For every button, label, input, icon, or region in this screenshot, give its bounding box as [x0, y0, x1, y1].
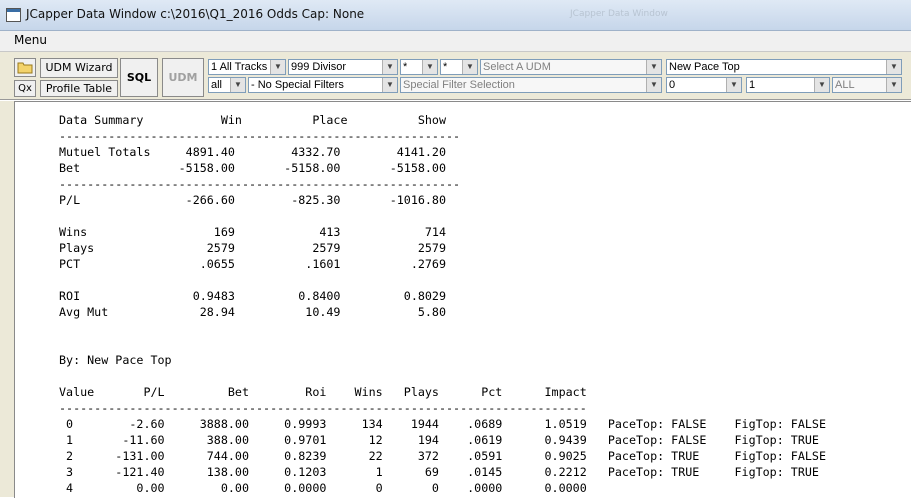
tracks-select[interactable]: 1 All Tracks ▼	[208, 59, 286, 75]
dropdown-arrow-icon[interactable]: ▼	[646, 60, 661, 74]
open-folder-button[interactable]	[14, 58, 36, 77]
folder-icon	[17, 62, 33, 74]
window-title: JCapper Data Window c:\2016\Q1_2016 Odds…	[26, 7, 365, 21]
udm-wizard-button[interactable]: UDM Wizard	[40, 58, 118, 78]
select-udm-value: Select A UDM	[483, 61, 551, 73]
filter-star-select-2[interactable]: * ▼	[440, 59, 478, 75]
title-bar: JCapper Data Window c:\2016\Q1_2016 Odds…	[0, 0, 911, 31]
dropdown-arrow-icon[interactable]: ▼	[462, 60, 477, 74]
report-line: Data Summary Win Place Show	[59, 113, 447, 127]
report-line: Avg Mut 28.94 10.49 5.80	[59, 305, 447, 319]
udm-button[interactable]: UDM	[162, 58, 204, 97]
menu-item[interactable]: Menu	[14, 33, 47, 47]
dropdown-arrow-icon[interactable]: ▼	[646, 78, 661, 92]
report-line: Wins 169 413 714	[59, 225, 447, 239]
report-line: Mutuel Totals 4891.40 4332.70 4141.20	[59, 145, 447, 159]
divisor-value: 999 Divisor	[291, 61, 347, 73]
report-line: 2 -131.00 744.00 0.8239 22 372 .0591 0.9…	[59, 449, 826, 463]
dropdown-arrow-icon[interactable]: ▼	[886, 60, 901, 74]
report-line: P/L -266.60 -825.30 -1016.80	[59, 193, 447, 207]
factor-select[interactable]: New Pace Top ▼	[666, 59, 902, 75]
profile-table-button[interactable]: Profile Table	[40, 80, 118, 97]
max-value-select[interactable]: 1 ▼	[746, 77, 830, 93]
report-line: Value P/L Bet Roi Wins Plays Pct Impact	[59, 385, 587, 399]
special-filters-select[interactable]: - No Special Filters ▼	[248, 77, 398, 93]
left-gutter	[0, 101, 14, 497]
menu-bar: Menu	[0, 31, 911, 52]
min-value-select[interactable]: 0 ▼	[666, 77, 742, 93]
dropdown-arrow-icon[interactable]: ▼	[726, 78, 741, 92]
dropdown-arrow-icon[interactable]: ▼	[230, 78, 245, 92]
special-filter-selection-dropdown[interactable]: Special Filter Selection ▼	[400, 77, 662, 93]
app-window-icon	[6, 8, 21, 22]
report-line: By: New Pace Top	[59, 353, 172, 367]
report-pane[interactable]: Data Summary Win Place Show ------------…	[14, 101, 911, 498]
all-right-select[interactable]: ALL ▼	[832, 77, 902, 93]
dropdown-arrow-icon[interactable]: ▼	[422, 60, 437, 74]
report-line: 4 0.00 0.00 0.0000 0 0 .0000 0.0000	[59, 481, 587, 495]
toolbar: UDM Wizard SQL UDM Qx Profile Table 1 Al…	[0, 52, 911, 100]
report-line: ROI 0.9483 0.8400 0.8029	[59, 289, 447, 303]
report-line: 1 -11.60 388.00 0.9701 12 194 .0619 0.94…	[59, 433, 819, 447]
report-line: Plays 2579 2579 2579	[59, 241, 447, 255]
report-line: PCT .0655 .1601 .2769	[59, 257, 447, 271]
sql-button[interactable]: SQL	[120, 58, 158, 97]
min-value: 0	[669, 79, 676, 91]
dropdown-arrow-icon[interactable]: ▼	[814, 78, 829, 92]
all-filter-select[interactable]: all ▼	[208, 77, 246, 93]
dropdown-arrow-icon[interactable]: ▼	[886, 78, 901, 92]
dropdown-arrow-icon[interactable]: ▼	[382, 78, 397, 92]
report-line: 3 -121.40 138.00 0.1203 1 69 .0145 0.221…	[59, 465, 819, 479]
dropdown-arrow-icon[interactable]: ▼	[382, 60, 397, 74]
all-filter-value: all	[211, 79, 223, 91]
report-separator: ----------------------------------------…	[59, 177, 461, 191]
special-filters-value: - No Special Filters	[251, 79, 344, 91]
report-line: Bet -5158.00 -5158.00 -5158.00	[59, 161, 447, 175]
report-separator: ----------------------------------------…	[59, 129, 461, 143]
tracks-value: 1 All Tracks	[211, 61, 268, 73]
divisor-select[interactable]: 999 Divisor ▼	[288, 59, 398, 75]
star-value-2: *	[443, 61, 448, 73]
all-right-value: ALL	[835, 79, 855, 91]
dropdown-arrow-icon[interactable]: ▼	[270, 60, 285, 74]
factor-value: New Pace Top	[669, 61, 740, 73]
select-udm-dropdown[interactable]: Select A UDM ▼	[480, 59, 662, 75]
qx-button[interactable]: Qx	[14, 80, 36, 97]
report-line: 0 -2.60 3888.00 0.9993 134 1944 .0689 1.…	[59, 417, 826, 431]
filter-star-select-1[interactable]: * ▼	[400, 59, 438, 75]
report-text: Data Summary Win Place Show ------------…	[59, 112, 826, 496]
report-separator: ----------------------------------------…	[59, 401, 587, 415]
star-value-1: *	[403, 61, 408, 73]
max-value: 1	[749, 79, 756, 91]
background-window-title: JCapper Data Window	[570, 9, 668, 19]
special-filter-selection-value: Special Filter Selection	[403, 79, 515, 91]
